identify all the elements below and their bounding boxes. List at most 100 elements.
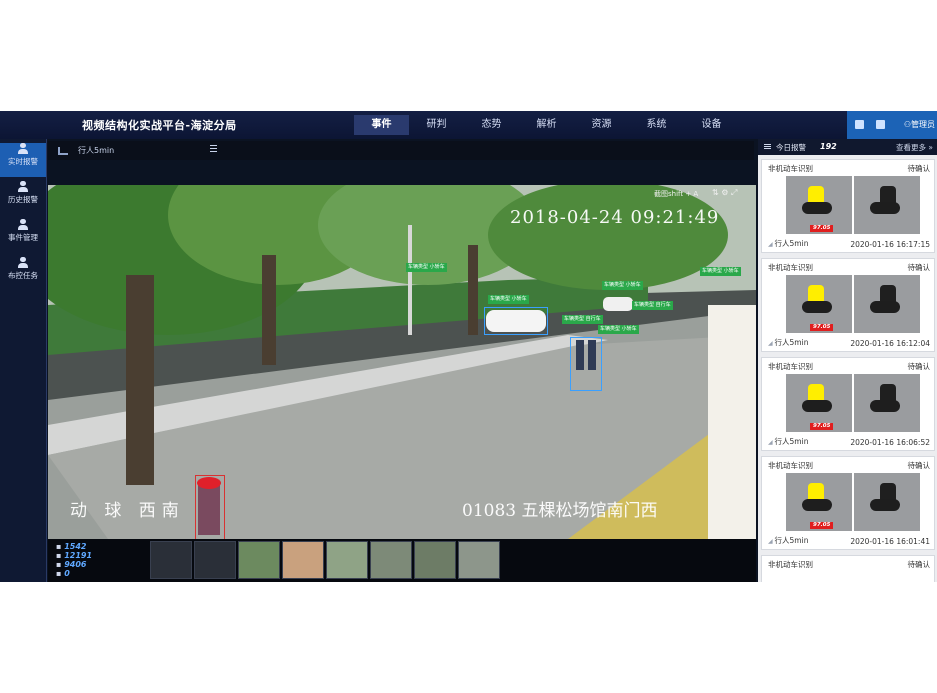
- alarm-card[interactable]: 非机动车识别 待确认 97.05 行人5min 2020-01-16 16:06…: [761, 357, 935, 451]
- alarm-snapshot[interactable]: 97.05: [786, 275, 852, 333]
- person-count: 12191: [56, 551, 92, 560]
- check-icon[interactable]: [876, 120, 885, 129]
- nav-item-resource[interactable]: 资源: [574, 115, 629, 135]
- capture-thumbnail[interactable]: [458, 541, 500, 579]
- nav-item-parse[interactable]: 解析: [519, 115, 574, 135]
- menu-icon[interactable]: [210, 145, 217, 146]
- alarm-snapshot[interactable]: [854, 374, 920, 432]
- admin-user-button[interactable]: ⚇管理员: [904, 119, 935, 130]
- match-score: 97.05: [810, 423, 834, 430]
- alarm-type: 非机动车识别: [768, 560, 813, 569]
- alarm-status[interactable]: 待确认: [908, 559, 931, 570]
- alarm-task: 行人5min: [768, 535, 809, 546]
- match-score: 97.05: [810, 324, 834, 331]
- sidebar-item-label: 历史报警: [8, 195, 38, 204]
- header-actions: ⚇管理员: [847, 111, 937, 139]
- detection-label: 车辆类型 自行车: [632, 301, 673, 310]
- alarm-snapshot[interactable]: 97.05: [786, 473, 852, 531]
- sidebar-item-event-manage[interactable]: 事件管理: [0, 219, 46, 253]
- bike-figure: [802, 202, 832, 214]
- bike-figure: [870, 301, 900, 313]
- bike-figure: [802, 400, 832, 412]
- video-tool-icons: ⇅ ⚙ ⤢: [712, 188, 737, 198]
- sidebar-item-realtime-alarm[interactable]: 实时报警: [0, 143, 46, 177]
- detection-box: [484, 307, 548, 335]
- nav-item-system[interactable]: 系统: [629, 115, 684, 135]
- user-icon: ⚇: [903, 120, 911, 129]
- alarm-status[interactable]: 待确认: [908, 163, 931, 174]
- alarm-snapshot[interactable]: 97.05: [786, 176, 852, 234]
- capture-thumbnail[interactable]: [194, 541, 236, 579]
- capture-thumbnail[interactable]: [370, 541, 412, 579]
- camera-icon: [58, 147, 68, 155]
- bike-figure: [802, 499, 832, 511]
- alarm-time: 2020-01-16 16:06:52: [850, 438, 930, 447]
- alarm-type: 非机动车识别: [768, 461, 813, 470]
- nav-item-event[interactable]: 事件: [354, 115, 409, 135]
- alarm-card[interactable]: 非机动车识别 待确认: [761, 555, 935, 582]
- alarm-snapshot[interactable]: 97.05: [786, 374, 852, 432]
- capture-thumbnail[interactable]: [150, 541, 192, 579]
- alarm-panel: 今日报警 192 查看更多 » 非机动车识别 待确认 97.05 行人5min …: [758, 139, 937, 582]
- bike-figure: [870, 499, 900, 511]
- alarm-type: 非机动车识别: [768, 164, 813, 173]
- alarm-card[interactable]: 非机动车识别 待确认 97.05 行人5min 2020-01-16 16:17…: [761, 159, 935, 253]
- settings-icon[interactable]: ⚙: [721, 188, 728, 197]
- view-more-link[interactable]: 查看更多 »: [896, 142, 933, 153]
- deploy-task-icon: [17, 257, 29, 268]
- alarm-snapshot[interactable]: [854, 275, 920, 333]
- sidebar-item-label: 事件管理: [8, 233, 38, 242]
- app-window: 视频结构化实战平台-海淀分局 事件 研判 态势 解析 资源 系统 设备 ⚇管理员…: [0, 111, 937, 582]
- nav-item-analysis[interactable]: 研判: [409, 115, 464, 135]
- detection-label: 车辆类型 小轿车: [598, 325, 639, 334]
- alarm-card[interactable]: 非机动车识别 待确认 97.05 行人5min 2020-01-16 16:12…: [761, 258, 935, 352]
- alarm-snapshot[interactable]: [854, 176, 920, 234]
- swap-icon[interactable]: ⇅: [712, 188, 719, 197]
- detection-label: 车辆类型 小轿车: [602, 281, 643, 290]
- capture-strip: 1542 12191 9406 0: [48, 539, 756, 582]
- admin-label: 管理员: [911, 120, 935, 129]
- expand-icon[interactable]: ⤢: [731, 188, 737, 197]
- alarm-status[interactable]: 待确认: [908, 460, 931, 471]
- detection-label: 车辆类型 自行车: [562, 315, 603, 324]
- capture-thumbnail[interactable]: [326, 541, 368, 579]
- bike-figure: [870, 202, 900, 214]
- counters: 1542 12191 9406 0: [56, 542, 92, 578]
- alarm-panel-header: 今日报警 192 查看更多 »: [758, 139, 937, 155]
- event-manage-icon: [17, 219, 29, 230]
- sidebar-item-deploy-task[interactable]: 布控任务: [0, 257, 46, 291]
- snapshot-hint[interactable]: 截图shift + A: [654, 189, 698, 199]
- task-selector[interactable]: 行人5min: [78, 145, 114, 156]
- alarm-time: 2020-01-16 16:01:41: [850, 537, 930, 546]
- detection-label: 车辆类型 小轿车: [406, 263, 447, 272]
- video-player[interactable]: 2018-04-24 09:21:49 截图shift + A ⇅ ⚙ ⤢ 车辆…: [48, 185, 756, 539]
- alarm-person-icon: [17, 143, 29, 154]
- capture-thumbnail[interactable]: [282, 541, 324, 579]
- alarm-type: 非机动车识别: [768, 362, 813, 371]
- camera-id-location: 01083 五棵松场馆南门西: [462, 501, 658, 521]
- capture-thumbnail[interactable]: [414, 541, 456, 579]
- nav-item-situation[interactable]: 态势: [464, 115, 519, 135]
- grid-icon[interactable]: [855, 120, 864, 129]
- video-control-bar: 行人5min: [48, 141, 754, 160]
- detection-label: 车辆类型 小轿车: [488, 295, 529, 304]
- alarm-task: 行人5min: [768, 436, 809, 447]
- match-score: 97.05: [810, 225, 834, 232]
- detection-box-alert: [195, 475, 225, 539]
- top-bar: 视频结构化实战平台-海淀分局 事件 研判 态势 解析 资源 系统 设备 ⚇管理员: [0, 111, 937, 139]
- list-icon: [764, 144, 771, 145]
- bike-figure: [802, 301, 832, 313]
- capture-thumbnail[interactable]: [238, 541, 280, 579]
- nonmotor-count: 0: [56, 569, 92, 578]
- alarm-card[interactable]: 非机动车识别 待确认 97.05 行人5min 2020-01-16 16:01…: [761, 456, 935, 550]
- alarm-status[interactable]: 待确认: [908, 361, 931, 372]
- nav-item-device[interactable]: 设备: [684, 115, 739, 135]
- detection-label: 车辆类型 小轿车: [700, 267, 741, 276]
- alarm-snapshot[interactable]: [854, 473, 920, 531]
- sidebar-item-history-alarm[interactable]: 历史报警: [0, 181, 46, 215]
- history-person-icon: [17, 181, 29, 192]
- pedestrian-count: 1542: [56, 542, 92, 551]
- app-title: 视频结构化实战平台-海淀分局: [82, 119, 237, 132]
- alarm-status[interactable]: 待确认: [908, 262, 931, 273]
- main-nav: 事件 研判 态势 解析 资源 系统 设备: [354, 115, 739, 135]
